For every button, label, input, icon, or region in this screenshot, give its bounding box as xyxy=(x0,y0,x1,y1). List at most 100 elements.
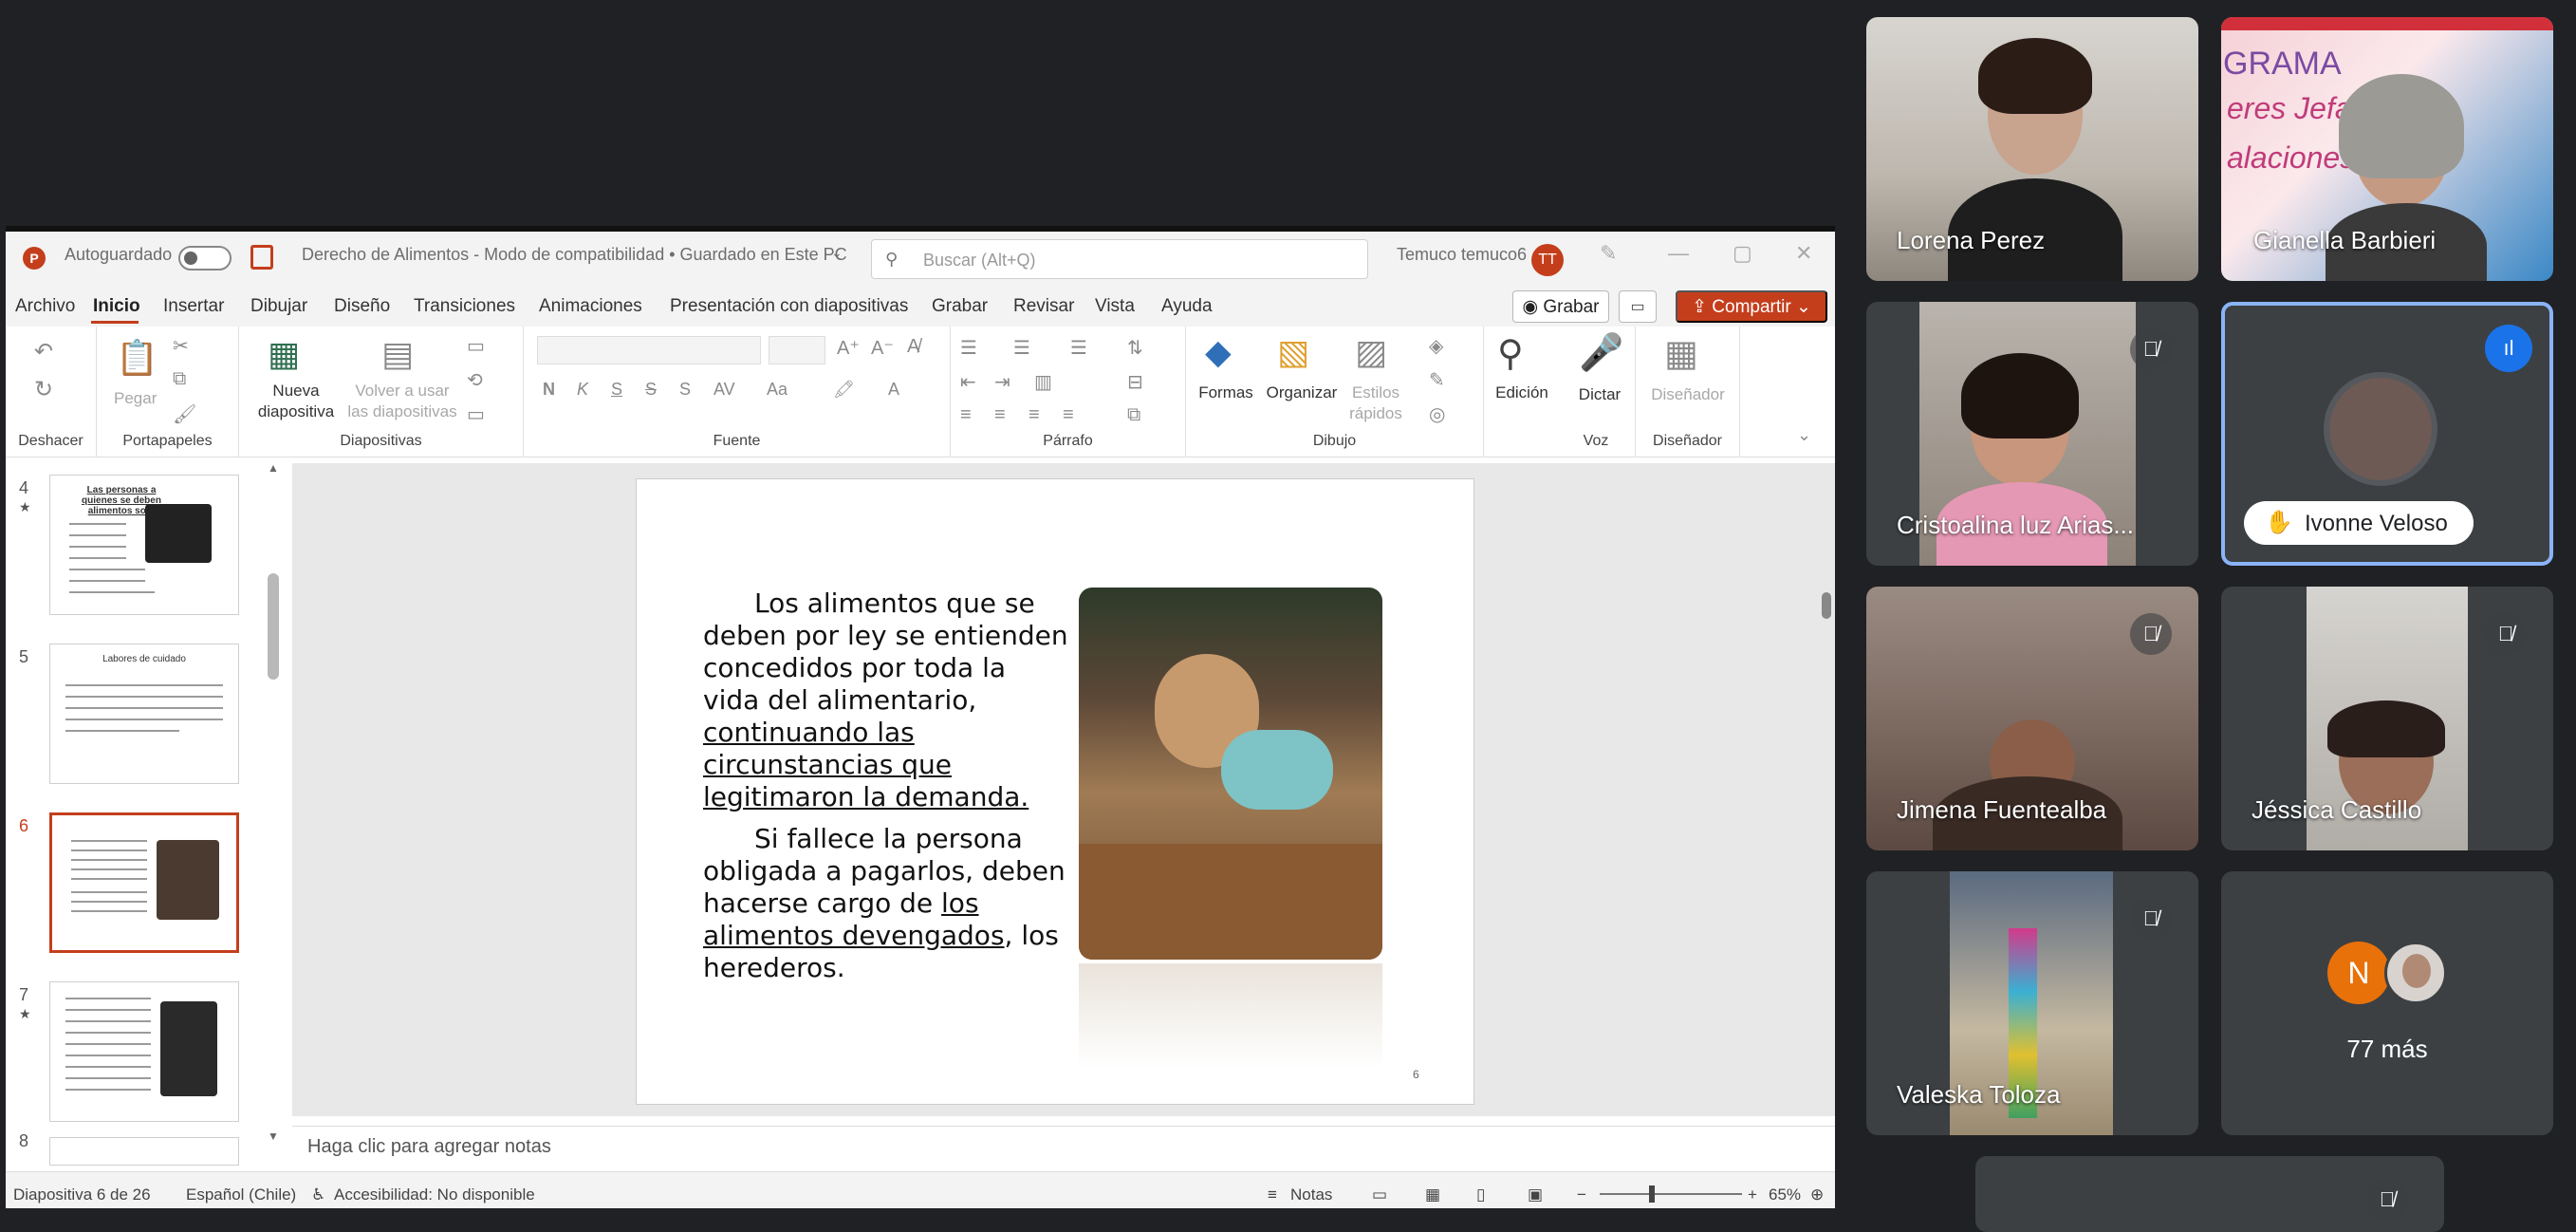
redo-icon[interactable]: ↻ xyxy=(34,376,53,403)
microphone-icon[interactable]: 🎤 xyxy=(1579,332,1623,374)
font-color-icon[interactable]: A xyxy=(888,380,899,400)
strikethrough-icon[interactable]: S xyxy=(645,380,657,400)
participant-tile[interactable]: 🎙̸ Jéssica Castillo xyxy=(2221,587,2553,850)
columns-icon[interactable]: ▥ xyxy=(1034,370,1052,394)
participant-tile[interactable]: GRAMA eres Jefas d alaciones o Gianella … xyxy=(2221,17,2553,281)
tab-revisar[interactable]: Revisar xyxy=(1013,296,1074,317)
justify-icon[interactable]: ≡ xyxy=(1063,404,1074,426)
thumbnail-slide-6[interactable] xyxy=(49,812,239,953)
fit-slide-icon[interactable]: ⊕ xyxy=(1810,1185,1824,1204)
thumbnails-scrollbar[interactable] xyxy=(268,573,279,680)
designer-icon[interactable]: ▦ xyxy=(1664,332,1698,375)
more-participants-tile[interactable]: N 77 más xyxy=(2221,871,2553,1135)
tab-animaciones[interactable]: Animaciones xyxy=(539,296,642,317)
shape-effects-icon[interactable]: ◎ xyxy=(1429,402,1445,426)
bullets-icon[interactable]: ☰ xyxy=(960,336,977,360)
reuse-label[interactable]: Volver a usar xyxy=(345,382,459,401)
tab-archivo[interactable]: Archivo xyxy=(15,296,75,317)
slide-text-paragraph-1[interactable]: Los alimentos que se deben por ley se en… xyxy=(703,588,1068,813)
save-icon[interactable] xyxy=(250,245,273,270)
underline-icon[interactable]: S xyxy=(611,380,622,400)
undo-icon[interactable]: ↶ xyxy=(34,338,53,365)
self-view-tile[interactable]: 🎙̸ xyxy=(1975,1156,2444,1232)
align-center-icon[interactable]: ≡ xyxy=(994,404,1006,426)
participant-tile[interactable]: 🎙̸ Valeska Toloza xyxy=(1866,871,2198,1135)
tab-dibujar[interactable]: Dibujar xyxy=(250,296,307,317)
maximize-icon[interactable]: ▢ xyxy=(1733,241,1752,266)
slide-sorter-icon[interactable]: ▦ xyxy=(1425,1185,1440,1204)
share-button[interactable]: ⇪ Compartir ⌄ xyxy=(1676,290,1827,323)
chevron-down-icon[interactable]: ⌄ xyxy=(831,245,843,261)
grow-font-icon[interactable]: A⁺ xyxy=(837,336,860,360)
copy-icon[interactable]: ⧉ xyxy=(173,368,186,390)
tab-diseno[interactable]: Diseño xyxy=(334,296,390,317)
slide-photo-child-eating[interactable] xyxy=(1079,588,1382,960)
language-status[interactable]: Español (Chile) xyxy=(186,1185,296,1204)
current-slide[interactable]: Los alimentos que se deben por ley se en… xyxy=(636,478,1474,1105)
tab-insertar[interactable]: Insertar xyxy=(163,296,224,317)
editor-scrollbar[interactable] xyxy=(1822,592,1831,619)
minimize-icon[interactable]: — xyxy=(1668,241,1689,266)
shapes-label[interactable]: Formas xyxy=(1188,383,1264,402)
smartart-icon[interactable]: ⧉ xyxy=(1127,404,1140,426)
thumbnail-slide-5[interactable]: Labores de cuidado xyxy=(49,644,239,784)
reuse-label-2[interactable]: las diapositivas xyxy=(345,402,459,421)
autosave-toggle[interactable] xyxy=(178,246,232,271)
cut-icon[interactable]: ✂ xyxy=(173,334,189,358)
font-name-select[interactable] xyxy=(537,336,761,364)
zoom-out-icon[interactable]: − xyxy=(1577,1185,1586,1204)
align-text-icon[interactable]: ⊟ xyxy=(1127,370,1143,394)
scroll-up-icon[interactable]: ▲ xyxy=(268,461,279,475)
slideshow-icon[interactable]: ▣ xyxy=(1528,1185,1543,1204)
font-size-select[interactable] xyxy=(769,336,825,364)
paste-label[interactable]: Pegar xyxy=(114,389,157,408)
editing-label[interactable]: Edición xyxy=(1482,383,1562,402)
align-left-icon[interactable]: ≡ xyxy=(960,404,972,426)
arrange-icon[interactable]: ▧ xyxy=(1277,332,1309,372)
increase-indent-icon[interactable]: ⇥ xyxy=(994,370,1010,394)
case-icon[interactable]: Aa xyxy=(767,380,788,400)
notes-icon[interactable]: ≡ xyxy=(1268,1185,1277,1204)
format-painter-icon[interactable]: 🖌 xyxy=(173,402,196,426)
tab-vista[interactable]: Vista xyxy=(1095,296,1135,317)
notes-button[interactable]: Notas xyxy=(1290,1185,1332,1204)
zoom-level[interactable]: 65% xyxy=(1769,1185,1801,1204)
quick-styles-label[interactable]: Estilos xyxy=(1328,383,1423,402)
reset-icon[interactable]: ⟲ xyxy=(467,368,483,392)
user-name[interactable]: Temuco temuco6 xyxy=(1397,245,1527,265)
spacing-icon[interactable]: AV xyxy=(713,380,735,400)
tab-transiciones[interactable]: Transiciones xyxy=(414,296,515,317)
tab-presentacion[interactable]: Presentación con diapositivas xyxy=(670,296,908,317)
highlight-icon[interactable]: 🖍 xyxy=(833,380,855,400)
shapes-icon[interactable]: ◆ xyxy=(1205,332,1232,372)
italic-icon[interactable]: K xyxy=(577,380,588,400)
participant-tile[interactable]: Lorena Perez xyxy=(1866,17,2198,281)
clear-format-icon[interactable]: A̸ xyxy=(907,336,919,358)
notes-pane[interactable]: Haga clic para agregar notas xyxy=(292,1126,1835,1166)
tab-ayuda[interactable]: Ayuda xyxy=(1161,296,1213,317)
user-avatar[interactable]: TT xyxy=(1531,244,1564,276)
thumbnail-slide-4[interactable]: Las personas a quienes se deben alimento… xyxy=(49,475,239,615)
quick-styles-icon[interactable]: ▨ xyxy=(1355,332,1387,372)
dictate-label[interactable]: Dictar xyxy=(1564,385,1636,404)
bold-icon[interactable]: N xyxy=(543,380,555,400)
thumbnail-slide-8[interactable] xyxy=(49,1137,239,1166)
document-title[interactable]: Derecho de Alimentos - Modo de compatibi… xyxy=(302,245,847,265)
new-slide-label-2[interactable]: diapositiva xyxy=(243,402,349,421)
new-slide-icon[interactable]: ▦ xyxy=(268,334,300,374)
section-icon[interactable]: ▭ xyxy=(467,402,485,426)
accessibility-status[interactable]: Accesibilidad: No disponible xyxy=(334,1185,535,1204)
tab-inicio[interactable]: Inicio xyxy=(93,296,140,317)
designer-label[interactable]: Diseñador xyxy=(1636,385,1740,404)
layout-icon[interactable]: ▭ xyxy=(467,334,485,358)
align-right-icon[interactable]: ≡ xyxy=(1029,404,1040,426)
participant-tile[interactable]: 🎙̸ Jimena Fuentealba xyxy=(1866,587,2198,850)
reading-view-icon[interactable]: ▯ xyxy=(1476,1185,1485,1204)
scroll-down-icon[interactable]: ▼ xyxy=(268,1129,279,1143)
tab-grabar[interactable]: Grabar xyxy=(932,296,988,317)
participant-tile[interactable]: 🎙̸ Cristoalina luz Arias... xyxy=(1866,302,2198,566)
collapse-ribbon-icon[interactable]: ⌄ xyxy=(1797,425,1811,445)
slide-text-paragraph-2[interactable]: Si fallece la persona obligada a pagarlo… xyxy=(703,823,1066,984)
line-spacing-icon[interactable]: ☰ xyxy=(1070,336,1087,360)
shape-fill-icon[interactable]: ◈ xyxy=(1429,334,1443,358)
